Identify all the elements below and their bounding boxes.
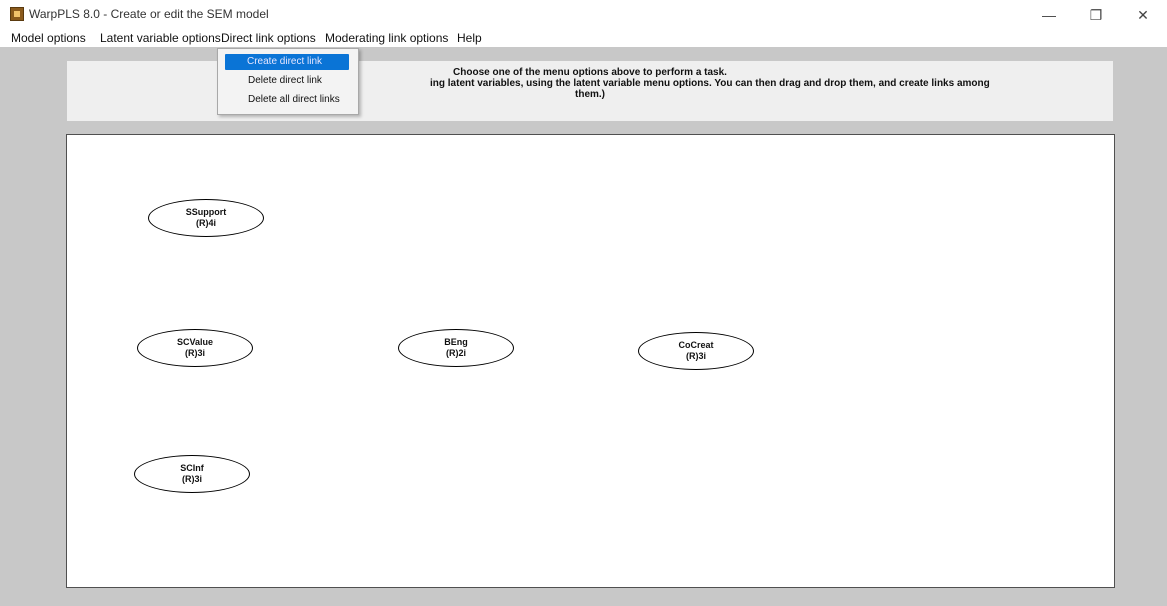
lv-indicators: (R)4i <box>196 218 216 228</box>
lv-indicators: (R)3i <box>182 474 202 484</box>
menu-model-options[interactable]: Model options <box>11 31 86 45</box>
restore-button[interactable]: ❐ <box>1080 4 1112 26</box>
app-icon <box>10 7 24 21</box>
close-button[interactable]: ✕ <box>1127 4 1159 26</box>
lv-indicators: (R)3i <box>686 351 706 361</box>
menu-item-create-direct-link[interactable]: Create direct link <box>225 54 349 70</box>
menu-direct-link-options[interactable]: Direct link options <box>221 31 316 45</box>
menu-help[interactable]: Help <box>457 31 482 45</box>
lv-name: SCValue <box>176 337 214 347</box>
menu-item-delete-direct-link[interactable]: Delete direct link <box>219 73 357 89</box>
direct-link-options-dropdown: Create direct link Delete direct link De… <box>217 48 359 115</box>
latent-variable-node[interactable]: SCValue (R)3i <box>137 329 253 367</box>
lv-indicators: (R)3i <box>185 348 205 358</box>
latent-variable-node[interactable]: BEng (R)2i <box>398 329 514 367</box>
info-text-line-2: ing latent variables, using the latent v… <box>430 78 990 89</box>
model-canvas[interactable]: SSupport (R)4i SCValue (R)3i BEng (R)2i … <box>66 134 1115 588</box>
latent-variable-node[interactable]: SSupport (R)4i <box>148 199 264 237</box>
lv-indicators: (R)2i <box>446 348 466 358</box>
menu-moderating-link-options[interactable]: Moderating link options <box>325 31 448 45</box>
lv-name: SSupport <box>185 207 227 217</box>
menu-bar: Model options Latent variable options Di… <box>0 29 1167 47</box>
menu-item-delete-all-direct-links[interactable]: Delete all direct links <box>219 92 357 108</box>
title-bar: WarpPLS 8.0 - Create or edit the SEM mod… <box>0 0 1167 29</box>
lv-name: BEng <box>444 337 468 347</box>
minimize-button[interactable]: — <box>1033 4 1065 26</box>
latent-variable-node[interactable]: CoCreat (R)3i <box>638 332 754 370</box>
lv-name: CoCreat <box>678 340 714 350</box>
lv-name: SCInf <box>180 463 204 473</box>
menu-latent-variable-options[interactable]: Latent variable options <box>100 31 221 45</box>
window-title: WarpPLS 8.0 - Create or edit the SEM mod… <box>29 7 269 21</box>
latent-variable-node[interactable]: SCInf (R)3i <box>134 455 250 493</box>
